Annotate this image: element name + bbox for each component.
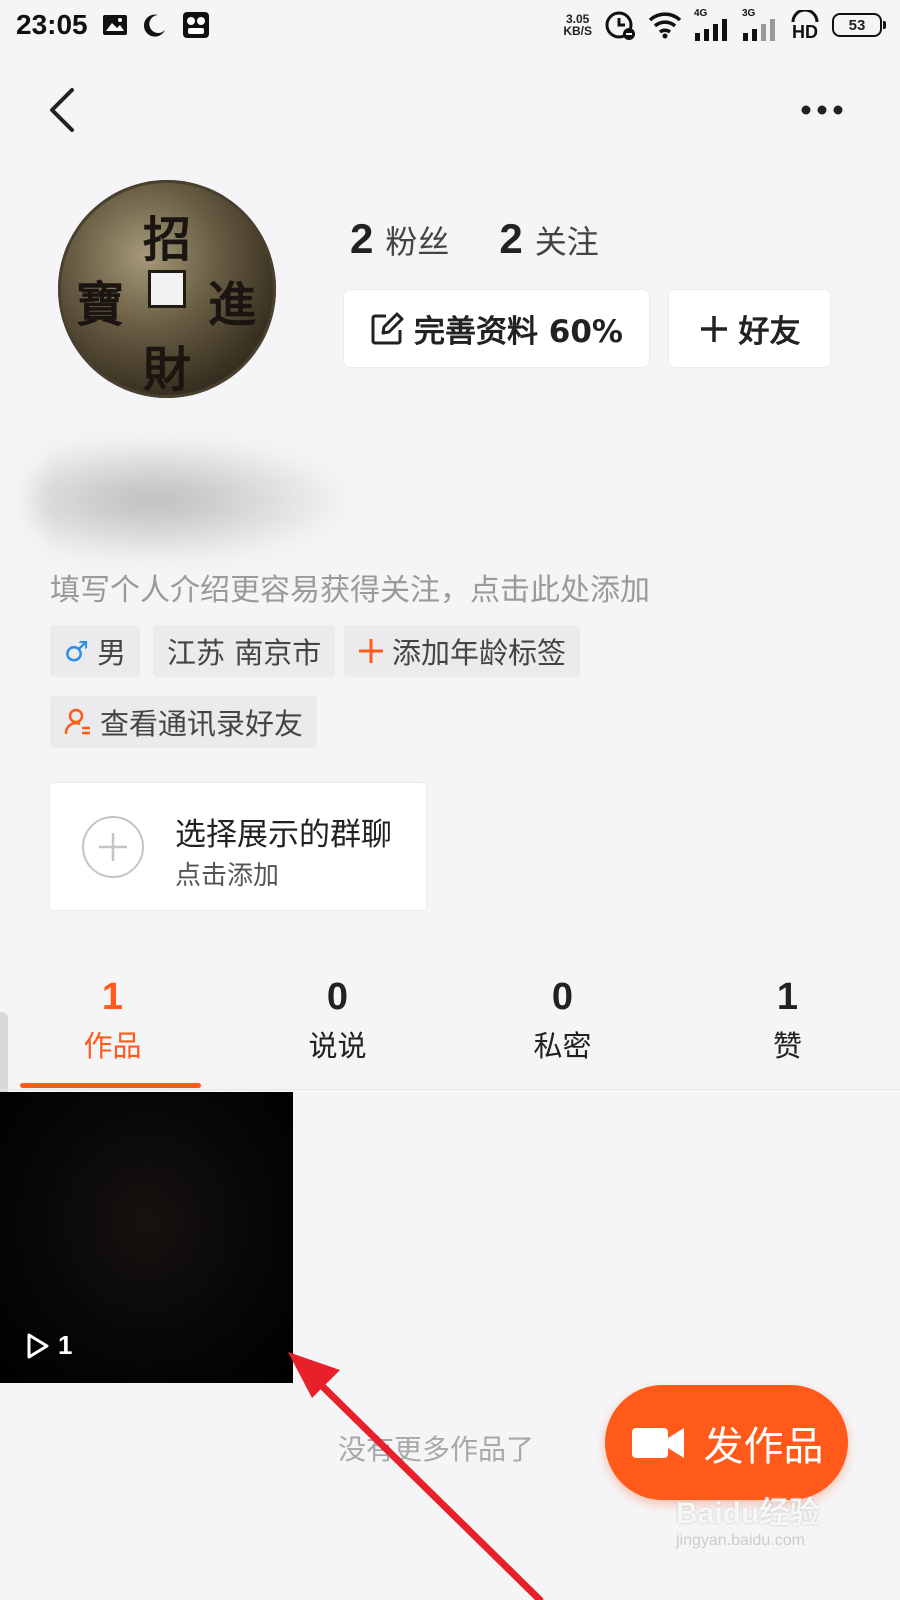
edit-icon [371,312,404,344]
tabs-divider [0,1089,900,1090]
avatar-char-bottom: 財 [143,342,192,398]
add-circle-icon [82,816,144,878]
video-camera-icon [631,1427,684,1458]
play-count: 1 [26,1330,72,1361]
add-friend-button[interactable]: 好友 [669,290,830,367]
contacts-friends-tag[interactable]: 查看通讯录好友 [50,696,318,748]
plus-icon [359,639,383,663]
active-tab-indicator [20,1083,201,1088]
signal-4g-label: 4G [694,8,708,19]
avatar-char-left: 寶 [76,277,125,333]
gender-label: 男 [97,636,127,670]
plus-icon [700,315,727,342]
following-stat[interactable]: 2 关注 [499,215,598,263]
hd-label: HD [792,22,818,42]
male-icon: ♂ [64,634,90,668]
signal-icon: 3G [742,9,778,41]
watermark-sub: jingyan.baidu.com [676,1532,805,1549]
content-tabs: 1 作品 0 说说 0 私密 1 赞 [0,970,900,1090]
complete-profile-button[interactable]: 完善资料 60% [344,290,649,367]
baidu-watermark: Baidu经验 jingyan.baidu.com [676,1488,819,1550]
more-dots-icon [801,105,843,115]
following-count: 2 [499,215,523,262]
play-icon [27,1333,49,1358]
back-button[interactable] [40,82,90,138]
publish-work-button[interactable]: 发作品 [605,1385,848,1500]
avatar-char-right: 進 [208,277,257,333]
complete-profile-label: 完善资料 60% [414,314,623,350]
coin-square-hole [148,270,186,308]
followers-label: 粉丝 [385,223,450,261]
location-tag[interactable]: 江苏 南京市 [153,625,336,677]
avatar[interactable]: 招 進 財 寶 [58,180,276,398]
tab-works[interactable]: 1 作品 [0,970,225,1090]
location-label: 江苏 南京市 [167,636,322,670]
app-notification-icon [182,11,210,39]
status-right: 3.05 KB/S 4G 3G HD 53 [563,9,886,42]
tab-count: 1 [101,976,124,1018]
following-label: 关注 [534,223,599,261]
publish-work-label: 发作品 [703,1423,824,1470]
followers-stat[interactable]: 2 粉丝 [350,215,449,263]
play-count-value: 1 [58,1330,73,1360]
add-friend-label: 好友 [738,314,801,350]
group-chat-title: 选择展示的群聊 [175,817,392,853]
status-left: 23:05 [16,9,210,41]
signal-icon: 4G [694,9,730,41]
tab-likes[interactable]: 1 赞 [675,970,900,1090]
profile-stats: 2 粉丝 2 关注 [350,215,599,263]
blurred-username [30,440,340,560]
network-speed: 3.05 KB/S [563,13,592,37]
status-time: 23:05 [16,9,88,40]
signal-3g-label: 3G [742,8,756,19]
chevron-left-icon [50,88,74,132]
no-more-works-text: 没有更多作品了 [338,1433,535,1466]
watermark-main: Baidu经验 [676,1497,820,1530]
battery-level: 53 [848,16,866,34]
add-age-label: 添加年龄标签 [392,636,567,670]
intro-placeholder[interactable]: 填写个人介绍更容易获得关注，点击此处添加 [50,565,650,609]
battery-icon: 53 [832,13,886,37]
image-icon [102,14,128,36]
tab-count: 0 [326,976,349,1018]
group-chat-card[interactable]: 选择展示的群聊 点击添加 [50,783,426,910]
tab-label: 私密 [533,1029,592,1063]
tab-label: 作品 [83,1029,142,1063]
more-button[interactable] [800,95,860,125]
contacts-label: 查看通讯录好友 [100,707,304,741]
alarm-icon [604,9,636,41]
gender-tag[interactable]: ♂ 男 [50,625,141,677]
tab-label: 赞 [772,1029,802,1063]
tab-count: 1 [776,976,799,1018]
group-chat-subtitle: 点击添加 [175,861,280,891]
status-bar: 23:05 3.05 KB/S 4G 3G HD 53 [0,0,900,50]
tab-count: 0 [551,976,574,1018]
followers-count: 2 [350,215,374,262]
moon-icon [142,12,168,38]
avatar-char-top: 招 [143,212,192,268]
tab-posts[interactable]: 0 说说 [225,970,450,1090]
tab-private[interactable]: 0 私密 [450,970,675,1090]
hd-icon: HD [790,10,820,42]
contacts-icon [64,708,90,735]
tab-label: 说说 [308,1029,367,1063]
add-age-tag[interactable]: 添加年龄标签 [344,625,581,677]
wifi-icon [648,11,682,39]
network-speed-unit: KB/S [563,24,592,38]
